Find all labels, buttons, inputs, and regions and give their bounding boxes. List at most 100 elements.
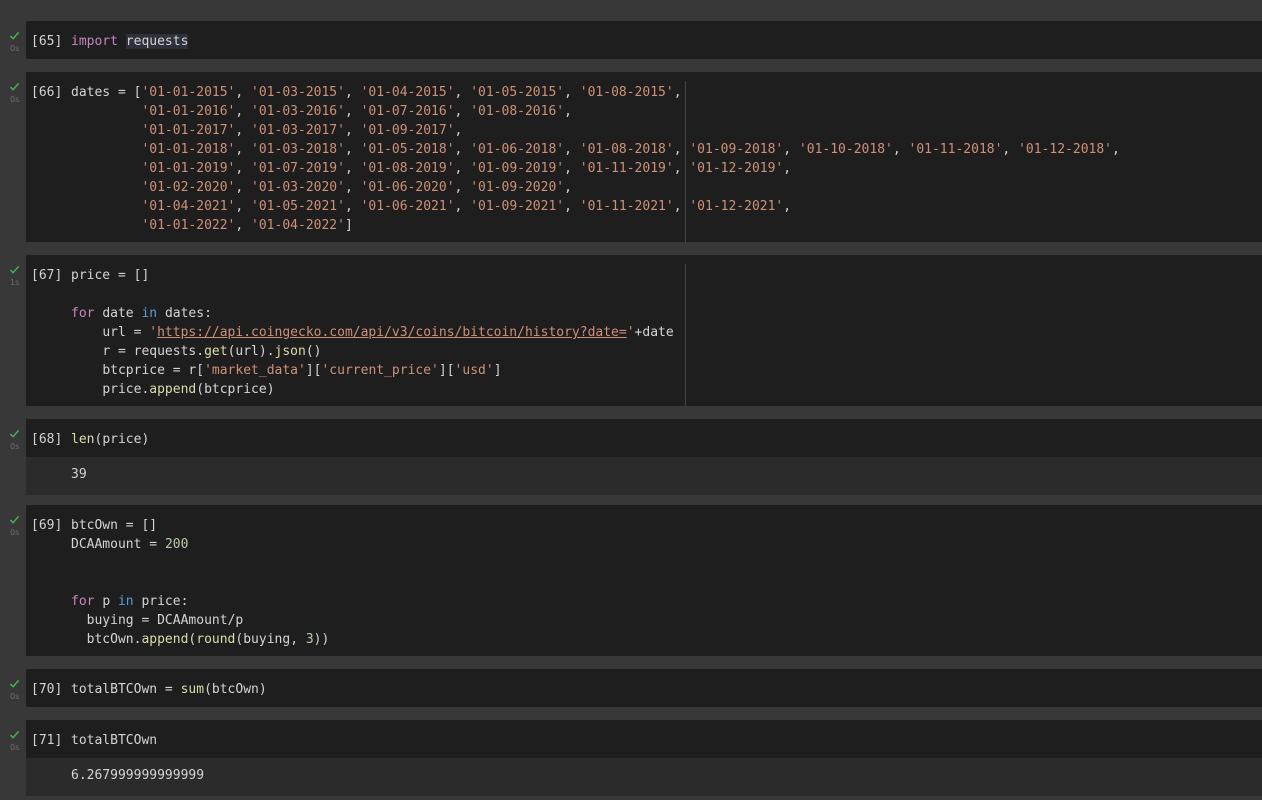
code-cell-70[interactable]: 0s [70] totalBTCOwn = sum(btcOwn)	[0, 669, 1262, 707]
string-token: '01-04-2015'	[360, 85, 455, 100]
code-cell-66[interactable]: 0s [66] dates = ['01-01-2015', '01-03-20…	[0, 72, 1262, 242]
punct-token: ,	[564, 180, 572, 195]
punct-token: )	[313, 344, 322, 359]
code-editor[interactable]: [65] import requests	[26, 21, 1262, 59]
code-editor[interactable]: [71] totalBTCOwn	[26, 720, 1262, 758]
cell-gutter: 0s	[0, 720, 26, 796]
punct-token	[353, 85, 361, 100]
code-cell-68[interactable]: 0s [68] len(price) 39	[0, 419, 1262, 495]
code-editor[interactable]: [69] btcOwn = [] DCAAmount = 200 for p i…	[26, 505, 1262, 656]
punct-token: (	[204, 682, 212, 697]
code-line: '01-01-2022', '01-04-2022']	[71, 218, 352, 233]
name-token: dates	[164, 306, 205, 321]
punct-token: ,	[673, 142, 682, 157]
cell-output: 6.267999999999999	[26, 758, 1262, 796]
output-value: 6.267999999999999	[71, 768, 205, 783]
code-editor[interactable]: [67] price = [] for date in dates: url =…	[26, 255, 1262, 406]
quote-token: '	[626, 325, 635, 340]
code-cell-65[interactable]: 0s [65] import requests	[0, 21, 1262, 59]
name-token: price	[102, 432, 142, 447]
code-text: import requests	[71, 32, 189, 51]
string-token: '01-08-2018'	[579, 142, 674, 157]
cell-gutter: 0s	[0, 21, 26, 59]
code-line: price.append(btcprice)	[71, 382, 274, 397]
string-token: '01-01-2022'	[141, 218, 236, 233]
function-token: json	[274, 344, 306, 359]
name-token: price	[102, 382, 142, 397]
punct-token: )	[313, 632, 322, 647]
execution-time: 0s	[10, 95, 20, 104]
punct-token	[71, 382, 102, 397]
punct-token: ,	[344, 104, 353, 119]
string-token: 'current_price'	[321, 363, 439, 378]
string-token: '01-03-2016'	[251, 104, 345, 119]
url-link[interactable]: https://api.coingecko.com/api/v3/coins/b…	[157, 325, 627, 340]
punct-token	[353, 199, 361, 214]
execution-count: [65]	[31, 34, 63, 49]
cell-gutter: 0s	[0, 669, 26, 707]
punct-token	[71, 363, 102, 378]
name-token: totalBTCOwn	[71, 733, 158, 748]
string-token: '01-09-2017'	[360, 123, 455, 138]
code-text: totalBTCOwn = sum(btcOwn)	[71, 680, 267, 699]
punct-token: =	[149, 537, 158, 552]
string-token: '01-07-2019'	[251, 161, 345, 176]
code-line: totalBTCOwn	[71, 733, 157, 748]
indent-ruler	[685, 264, 686, 406]
punct-token: ,	[673, 161, 682, 176]
string-token: '01-09-2018'	[689, 142, 784, 157]
punct-token	[353, 142, 361, 157]
function-token: append	[149, 382, 197, 397]
punct-token: ,	[344, 142, 353, 157]
number-token: 3	[305, 632, 314, 647]
punct-token	[243, 161, 251, 176]
name-token: btcprice	[102, 363, 165, 378]
punct-token	[71, 161, 141, 176]
punct-token	[71, 104, 141, 119]
keyword-token: in	[141, 306, 158, 321]
code-editor[interactable]: [66] dates = ['01-01-2015', '01-03-2015'…	[26, 72, 1262, 242]
execution-time: 0s	[10, 44, 20, 53]
execution-count: [67]	[31, 268, 63, 283]
code-cell-71[interactable]: 0s [71] totalBTCOwn 6.267999999999999	[0, 720, 1262, 796]
punct-token: :	[204, 306, 212, 321]
code-line: '01-04-2021', '01-05-2021', '01-06-2021'…	[71, 199, 791, 214]
name-token: totalBTCOwn	[71, 682, 158, 697]
punct-token	[71, 325, 102, 340]
code-cell-67[interactable]: 1s [67] price = [] for date in dates: ur…	[0, 255, 1262, 406]
punct-token: :	[180, 594, 189, 609]
punct-token	[71, 180, 141, 195]
punct-token	[462, 142, 470, 157]
punct-token	[243, 218, 251, 233]
string-token: '01-03-2020'	[251, 180, 345, 195]
string-token: '01-08-2015'	[579, 85, 674, 100]
punct-token	[243, 180, 251, 195]
keyword-token: in	[117, 594, 134, 609]
punct-token	[462, 180, 470, 195]
code-line: '01-01-2018', '01-03-2018', '01-05-2018'…	[71, 142, 1119, 157]
punct-token	[1010, 142, 1018, 157]
name-token: DCAAmount	[157, 613, 228, 628]
code-text: dates = ['01-01-2015', '01-03-2015', '01…	[71, 83, 1120, 235]
code-line: btcprice = r['market_data']['current_pri…	[71, 363, 502, 378]
execution-time: 0s	[10, 528, 20, 537]
punct-token	[110, 344, 118, 359]
string-token: '01-12-2019'	[689, 161, 784, 176]
string-token: '01-10-2018'	[798, 142, 893, 157]
punct-token	[353, 104, 361, 119]
punct-token: )	[141, 432, 150, 447]
punct-token: ]	[493, 363, 502, 378]
string-token: '01-01-2017'	[141, 123, 236, 138]
code-cell-69[interactable]: 0s [69] btcOwn = [] DCAAmount = 200 for …	[0, 505, 1262, 656]
code-editor[interactable]: [70] totalBTCOwn = sum(btcOwn)	[26, 669, 1262, 707]
string-token: '01-02-2020'	[141, 180, 236, 195]
check-icon	[9, 429, 20, 438]
name-token: DCAAmount	[71, 537, 142, 552]
keyword-token: for	[71, 594, 95, 609]
execution-time: 1s	[10, 278, 20, 287]
punct-token: ,	[892, 142, 901, 157]
punct-token	[173, 682, 181, 697]
code-line: dates = ['01-01-2015', '01-03-2015', '01…	[71, 85, 682, 100]
code-editor[interactable]: [68] len(price)	[26, 419, 1262, 457]
code-line: len(price)	[71, 432, 149, 447]
